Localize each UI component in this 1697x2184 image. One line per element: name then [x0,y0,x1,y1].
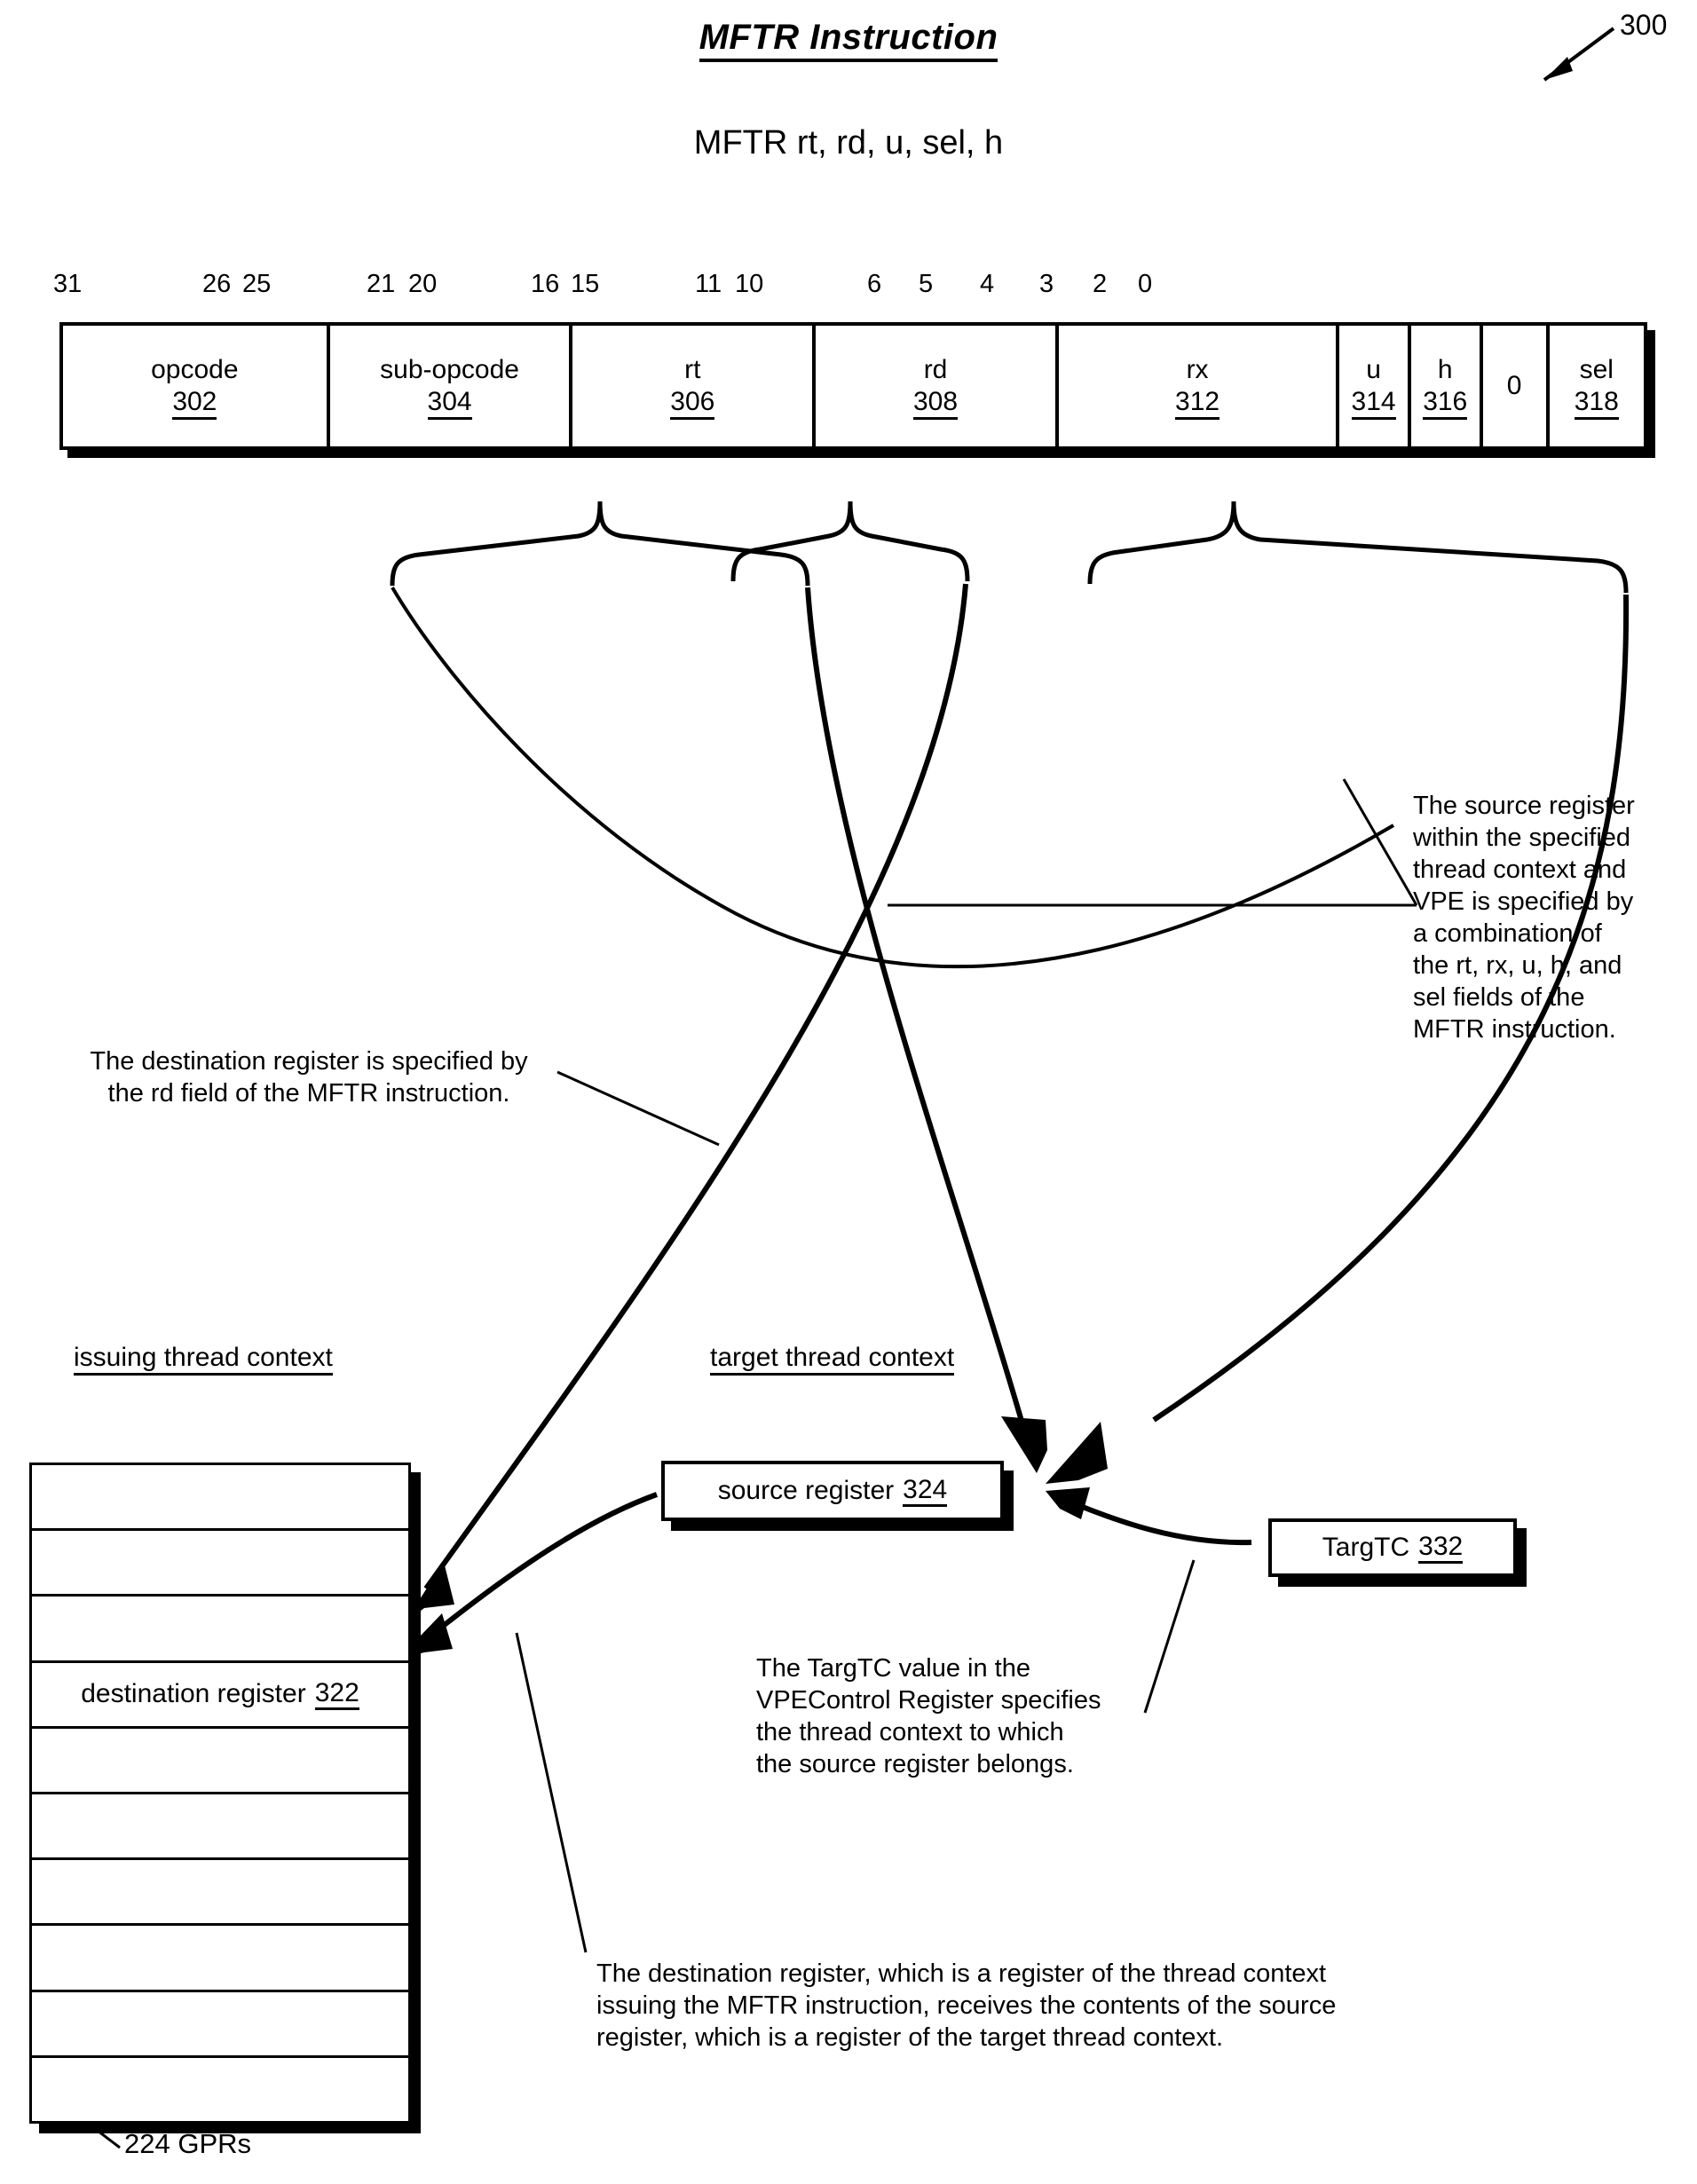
field-sub-opcode-ref: 304 [427,387,472,420]
brace-rx-sel-icon [1087,501,1629,594]
field-opcode-ref: 302 [172,387,217,420]
targtc-label: TargTC [1322,1533,1410,1562]
note-source-register: The source register within the specified… [1413,792,1635,1044]
bit-number-20: 20 [408,270,438,298]
flow-targtc-to-source-curve [1063,1497,1252,1546]
flow-rt-crossing-curve [805,587,1028,1434]
field-opcode-name: opcode [151,354,239,384]
field-sel-name: sel [1579,354,1614,384]
targtc-ref: 332 [1418,1532,1464,1564]
leader-source-note-icon [888,778,1418,907]
flow-source-to-destination-curve [415,1492,659,1649]
bit-number-ruler: 31 26 25 21 20 16 15 11 10 6 5 4 3 2 0 [53,271,1651,301]
brace-rd-icon [730,501,970,582]
field-h: h 316 [1411,326,1483,446]
field-sub-opcode: sub-opcode 304 [330,326,573,446]
bit-number-5: 5 [919,270,934,298]
note-destination-register: The destination register is specified by… [90,1047,528,1108]
field-u-name: u [1366,354,1381,384]
bit-number-6: 6 [867,270,882,298]
figure-title: MFTR Instruction [0,18,1697,62]
field-rx-ref: 312 [1175,387,1220,420]
field-rt: rt 306 [572,326,817,446]
bit-number-10: 10 [735,270,764,298]
field-reserved-zero-name: 0 [1506,371,1522,400]
leader-bottom-note-icon [515,1632,588,1953]
bit-number-0: 0 [1138,270,1153,298]
register-file: destination register 322 [29,1463,411,2124]
field-opcode: opcode 302 [63,326,330,446]
bit-number-15: 15 [571,270,600,298]
flow-rt-arrowhead-icon [1001,1416,1047,1473]
field-h-ref: 316 [1423,387,1468,420]
gpr-count-caption: 224 GPRs [124,2128,252,2159]
flow-source-arrowhead-icon [1046,1422,1108,1484]
register-row[interactable] [32,1465,408,1532]
register-row[interactable] [32,1992,408,2058]
register-row[interactable] [32,1860,408,1927]
bit-number-31: 31 [53,270,83,298]
field-sel: sel 318 [1550,326,1644,446]
field-reserved-zero: 0 [1483,326,1550,446]
figure-title-text: MFTR Instruction [699,18,998,62]
patent-figure-page: MFTR Instruction 300 MFTR rt, rd, u, sel… [0,0,1697,2184]
register-row[interactable] [32,2058,408,2121]
register-row[interactable] [32,1926,408,1992]
field-u: u 314 [1339,326,1411,446]
bit-number-11: 11 [695,270,722,298]
field-rx-name: rx [1186,354,1209,384]
field-rd-name: rd [923,354,948,384]
register-row[interactable] [32,1729,408,1795]
heading-issuing-thread-context: issuing thread context [74,1343,333,1376]
bit-number-25: 25 [242,270,272,298]
note-bottom-description: The destination register, which is a reg… [596,1959,1337,2052]
source-register-label: source register [717,1476,895,1505]
instruction-field-table: opcode 302 sub-opcode 304 rt 306 rd 308 … [59,322,1647,450]
figure-number: 300 [1620,9,1668,41]
destination-register-label: destination register [81,1679,306,1709]
field-rd: rd 308 [816,326,1059,446]
bit-number-3: 3 [1039,270,1054,298]
brace-rt-icon [390,501,810,587]
field-rt-name: rt [684,354,701,384]
bit-number-4: 4 [980,270,995,298]
field-h-name: h [1437,354,1453,384]
field-u-ref: 314 [1351,387,1396,420]
flow-rt-left-crossing-curve [391,586,1395,969]
register-row[interactable] [32,1794,408,1861]
bit-number-26: 26 [202,270,232,298]
field-sub-opcode-name: sub-opcode [380,354,519,384]
note-targtc: The TargTC value in the VPEControl Regis… [756,1654,1101,1778]
field-rt-ref: 306 [670,387,715,420]
flow-targtc-arrowhead-icon [1046,1487,1090,1519]
destination-register-ref: 322 [314,1678,359,1710]
bit-number-21: 21 [367,270,396,298]
bit-number-16: 16 [531,270,560,298]
source-register-ref: 324 [903,1475,948,1507]
field-sel-ref: 318 [1574,387,1619,420]
field-rd-ref: 308 [913,387,959,420]
register-row[interactable] [32,1531,408,1597]
destination-register-row[interactable]: destination register 322 [32,1663,408,1729]
register-row[interactable] [32,1597,408,1663]
field-rx: rx 312 [1059,326,1340,446]
instruction-mnemonic: MFTR rt, rd, u, sel, h [693,124,1004,162]
bit-number-2: 2 [1093,270,1108,298]
leader-destination-note-icon [556,1070,720,1147]
heading-target-thread-context: target thread context [710,1343,955,1376]
source-register-box[interactable]: source register 324 [661,1461,1004,1521]
targtc-box[interactable]: TargTC 332 [1268,1518,1517,1577]
